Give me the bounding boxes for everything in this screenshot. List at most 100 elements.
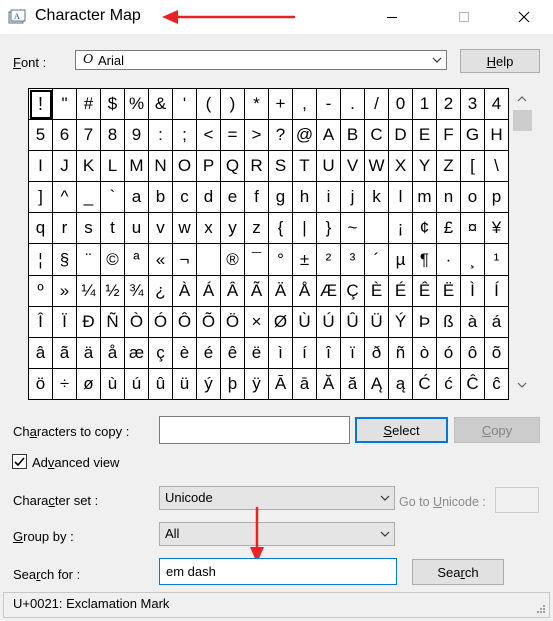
character-cell[interactable] — [365, 213, 389, 245]
character-cell[interactable]: ¬ — [173, 244, 197, 276]
character-cell[interactable]: Q — [221, 151, 245, 183]
character-cell[interactable]: × — [245, 306, 269, 338]
character-cell[interactable]: Ä — [269, 275, 293, 307]
character-cell[interactable]: Ô — [173, 306, 197, 338]
character-cell[interactable]: K — [77, 151, 101, 183]
character-cell[interactable]: 9 — [125, 120, 149, 152]
character-cell[interactable]: ¯ — [245, 244, 269, 276]
search-input[interactable]: em dash — [159, 558, 397, 585]
character-cell[interactable]: · — [437, 244, 461, 276]
character-cell[interactable]: ± — [293, 244, 317, 276]
character-cell[interactable]: ¿ — [149, 275, 173, 307]
character-cell[interactable]: > — [245, 120, 269, 152]
character-cell[interactable]: s — [77, 213, 101, 245]
character-cell[interactable]: N — [149, 151, 173, 183]
character-cell[interactable]: z — [245, 213, 269, 245]
character-cell[interactable]: [ — [461, 151, 485, 183]
character-cell[interactable]: C — [365, 120, 389, 152]
character-cell[interactable]: F — [437, 120, 461, 152]
character-cell[interactable]: & — [149, 89, 173, 121]
character-cell[interactable]: Ó — [149, 306, 173, 338]
character-cell[interactable]: # — [77, 89, 101, 121]
character-cell[interactable]: | — [293, 213, 317, 245]
character-cell[interactable]: ü — [173, 368, 197, 400]
character-cell[interactable]: p — [485, 182, 509, 214]
character-cell[interactable]: - — [317, 89, 341, 121]
character-cell[interactable]: ¡ — [389, 213, 413, 245]
character-cell[interactable]: ô — [461, 337, 485, 369]
character-cell[interactable]: Þ — [413, 306, 437, 338]
character-cell[interactable]: v — [149, 213, 173, 245]
character-cell[interactable]: ¼ — [77, 275, 101, 307]
character-cell[interactable]: é — [197, 337, 221, 369]
character-cell[interactable]: ( — [197, 89, 221, 121]
character-cell[interactable]: º — [29, 275, 53, 307]
character-cell[interactable]: » — [53, 275, 77, 307]
character-cell[interactable]: ¢ — [413, 213, 437, 245]
character-cell[interactable]: ÿ — [245, 368, 269, 400]
resize-grip-icon[interactable] — [536, 604, 546, 614]
character-cell[interactable]: ¨ — [77, 244, 101, 276]
character-cell[interactable]: ¦ — [29, 244, 53, 276]
character-cell[interactable]: 0 — [389, 89, 413, 121]
character-cell[interactable]: ø — [77, 368, 101, 400]
character-cell[interactable]: î — [317, 337, 341, 369]
character-cell[interactable]: ë — [245, 337, 269, 369]
character-cell[interactable]: ā — [293, 368, 317, 400]
advanced-view-checkbox[interactable] — [12, 454, 27, 469]
character-cell[interactable]: ¹ — [485, 244, 509, 276]
character-cell[interactable]: Ö — [221, 306, 245, 338]
character-cell[interactable]: r — [53, 213, 77, 245]
character-cell[interactable]: Ć — [413, 368, 437, 400]
character-cell[interactable]: ­ — [197, 244, 221, 276]
character-cell[interactable]: « — [149, 244, 173, 276]
character-cell[interactable]: l — [389, 182, 413, 214]
minimize-button[interactable] — [369, 0, 415, 34]
character-cell[interactable]: $ — [101, 89, 125, 121]
grid-scrollbar[interactable] — [510, 88, 535, 400]
character-cell[interactable]: â — [29, 337, 53, 369]
character-cell[interactable]: õ — [485, 337, 509, 369]
character-cell[interactable]: ñ — [389, 337, 413, 369]
character-cell[interactable]: ð — [365, 337, 389, 369]
help-button[interactable]: Help — [460, 49, 540, 73]
character-cell[interactable]: Y — [413, 151, 437, 183]
character-cell[interactable]: æ — [125, 337, 149, 369]
character-cell[interactable]: ³ — [341, 244, 365, 276]
character-cell[interactable]: P — [197, 151, 221, 183]
scrollbar-thumb[interactable] — [513, 110, 532, 131]
characters-to-copy-input[interactable] — [159, 416, 350, 444]
character-cell[interactable]: § — [53, 244, 77, 276]
character-cell[interactable]: U — [317, 151, 341, 183]
character-cell[interactable]: µ — [389, 244, 413, 276]
character-cell[interactable]: Ë — [437, 275, 461, 307]
character-cell[interactable]: ì — [269, 337, 293, 369]
character-cell[interactable]: ? — [269, 120, 293, 152]
character-cell[interactable]: Ï — [53, 306, 77, 338]
character-cell[interactable]: % — [125, 89, 149, 121]
character-cell[interactable]: ý — [197, 368, 221, 400]
character-cell[interactable]: ù — [101, 368, 125, 400]
character-cell[interactable]: ´ — [365, 244, 389, 276]
character-cell[interactable]: Â — [221, 275, 245, 307]
character-cell[interactable]: . — [341, 89, 365, 121]
character-cell[interactable]: ¾ — [125, 275, 149, 307]
character-cell[interactable]: 1 — [413, 89, 437, 121]
character-cell[interactable]: Ú — [317, 306, 341, 338]
character-cell[interactable]: è — [173, 337, 197, 369]
character-cell[interactable]: o — [461, 182, 485, 214]
select-button[interactable]: Select — [355, 417, 448, 443]
character-cell[interactable]: Ç — [341, 275, 365, 307]
character-cell[interactable]: ¥ — [485, 213, 509, 245]
character-cell[interactable]: å — [101, 337, 125, 369]
character-cell[interactable]: M — [125, 151, 149, 183]
character-cell[interactable]: ² — [317, 244, 341, 276]
character-cell[interactable]: d — [197, 182, 221, 214]
character-cell[interactable]: h — [293, 182, 317, 214]
character-cell[interactable]: Ü — [365, 306, 389, 338]
character-cell[interactable]: Ã — [245, 275, 269, 307]
character-cell[interactable]: Ý — [389, 306, 413, 338]
character-cell[interactable]: < — [197, 120, 221, 152]
character-cell[interactable]: / — [365, 89, 389, 121]
character-cell[interactable]: A — [317, 120, 341, 152]
